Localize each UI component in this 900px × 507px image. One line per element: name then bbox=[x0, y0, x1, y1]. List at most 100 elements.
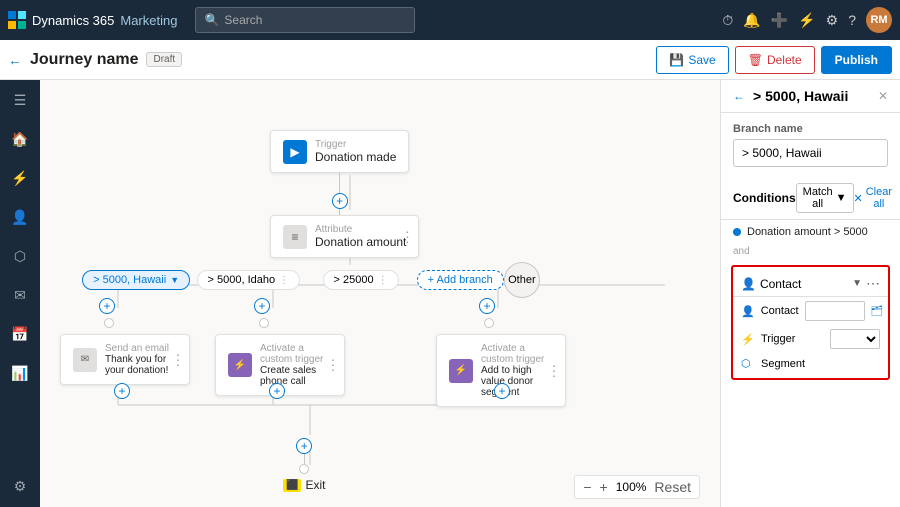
branch-menu-25000[interactable]: ⋮ bbox=[378, 275, 388, 286]
branch-chip-idaho[interactable]: > 5000, Idaho ⋮ bbox=[197, 270, 301, 290]
header-action-buttons: 💾 Save 🗑 Delete Publish bbox=[656, 46, 892, 74]
branch-chip-hawaii[interactable]: > 5000, Hawaii ▼ bbox=[82, 270, 190, 290]
other-col: Other bbox=[504, 262, 540, 298]
email-icon: ✉ bbox=[73, 348, 97, 372]
trigger3-icon: ⚡ bbox=[449, 359, 473, 383]
conditions-header: Conditions Match all ▼ ✕ Clear all bbox=[721, 177, 900, 220]
main-layout: ☰ 🏠 ⚡ 👤 ⬡ ✉ 📅 📊 ⚙ bbox=[0, 80, 900, 507]
trigger-info: Trigger Donation made bbox=[315, 139, 396, 164]
branch-chip-25000[interactable]: > 25000 ⋮ bbox=[323, 270, 399, 290]
publish-button[interactable]: Publish bbox=[821, 46, 892, 74]
zoom-out-button[interactable]: − bbox=[583, 479, 591, 495]
branch-name-field-label: Branch name bbox=[733, 123, 888, 135]
back-button[interactable]: ← bbox=[8, 52, 22, 68]
dropdown-contact-input[interactable] bbox=[805, 301, 865, 321]
condition-text: Donation amount > 5000 bbox=[747, 226, 868, 238]
zoom-reset-button[interactable]: Reset bbox=[654, 479, 691, 495]
dropdown-more-icon[interactable]: ⋯ bbox=[866, 275, 880, 292]
attribute-menu-icon[interactable]: ⋮ bbox=[400, 228, 414, 245]
match-all-label: Match all bbox=[803, 186, 833, 210]
trigger-node-box[interactable]: ▶ Trigger Donation made bbox=[270, 130, 409, 173]
branch-label-hawaii: > 5000, Hawaii bbox=[93, 274, 166, 286]
add-branch-label: + Add branch bbox=[428, 274, 493, 286]
sidebar-icon-segments[interactable]: ⬡ bbox=[10, 244, 30, 269]
panel-close-button[interactable]: ✕ bbox=[878, 89, 888, 103]
sidebar-icon-settings[interactable]: ⚙ bbox=[10, 474, 31, 499]
notifications-icon[interactable]: 🔔 bbox=[743, 12, 760, 29]
zoom-level: 100% bbox=[616, 480, 647, 494]
sidebar-icon-menu[interactable]: ☰ bbox=[10, 88, 31, 113]
new-icon[interactable]: ➕ bbox=[771, 12, 788, 29]
add-after-trigger[interactable]: + bbox=[332, 193, 348, 209]
add-before-exit[interactable]: + bbox=[296, 438, 312, 454]
panel-title: > 5000, Hawaii bbox=[753, 88, 870, 104]
trigger-title: Donation made bbox=[315, 150, 396, 164]
action-1-menu-icon[interactable]: ⋮ bbox=[171, 351, 185, 368]
action-node-1-box[interactable]: ✉ Send an email Thank you for your donat… bbox=[60, 334, 190, 385]
branch-col-1: > 5000, Hawaii ▼ bbox=[80, 270, 192, 290]
dropdown-header-label: Contact bbox=[760, 277, 848, 291]
dropdown-trigger-select[interactable] bbox=[830, 329, 880, 349]
user-avatar[interactable]: RM bbox=[866, 7, 892, 33]
circle-branch2 bbox=[259, 318, 269, 328]
attribute-node-box[interactable]: ≡ Attribute Donation amount ⋮ bbox=[270, 215, 419, 258]
help-icon[interactable]: ? bbox=[848, 12, 856, 28]
add-after-action3[interactable]: + bbox=[494, 383, 510, 399]
action-node-1[interactable]: ✉ Send an email Thank you for your donat… bbox=[60, 334, 190, 385]
action-1-info: Send an email Thank you for your donatio… bbox=[105, 343, 177, 376]
dropdown-item-segment[interactable]: ⬡ Segment bbox=[733, 353, 888, 374]
sidebar-icon-home[interactable]: 🏠 bbox=[7, 127, 32, 152]
dropdown-contact-icon: 👤 bbox=[741, 305, 755, 318]
attribute-label: Attribute bbox=[315, 224, 406, 235]
branch-name-input[interactable] bbox=[733, 139, 888, 167]
other-chip[interactable]: Other bbox=[504, 262, 540, 298]
sidebar-icon-events[interactable]: 📅 bbox=[7, 322, 32, 347]
sidebar-icon-journeys[interactable]: ⚡ bbox=[7, 166, 32, 191]
settings-icon[interactable]: ⚙ bbox=[826, 12, 839, 29]
attribute-title: Donation amount bbox=[315, 235, 406, 249]
delete-button[interactable]: 🗑 Delete bbox=[735, 46, 815, 74]
save-button[interactable]: 💾 Save bbox=[656, 46, 728, 74]
sidebar-icon-emails[interactable]: ✉ bbox=[10, 283, 30, 308]
recents-icon[interactable]: ⏱ bbox=[722, 12, 733, 29]
dropdown-item-trigger[interactable]: ⚡ Trigger bbox=[733, 325, 888, 353]
sidebar-icon-analytics[interactable]: 📊 bbox=[7, 361, 32, 386]
attribute-node[interactable]: ≡ Attribute Donation amount ⋮ bbox=[270, 215, 419, 258]
contact-input-action-icon[interactable]: 🗂 bbox=[871, 306, 884, 317]
clear-all-button[interactable]: ✕ Clear all bbox=[854, 186, 893, 210]
save-icon: 💾 bbox=[669, 53, 684, 67]
dropdown-item-contact[interactable]: 👤 Contact 🗂 bbox=[733, 297, 888, 325]
branch-name-section: Branch name bbox=[721, 113, 900, 177]
conditions-label: Conditions bbox=[733, 191, 796, 205]
branch-col-3: > 25000 ⋮ bbox=[304, 270, 416, 290]
attribute-info: Attribute Donation amount bbox=[315, 224, 406, 249]
status-badge: Draft bbox=[146, 52, 182, 67]
action-3-title: Add to high value donor segment bbox=[481, 365, 553, 398]
exit-circle bbox=[299, 464, 309, 474]
trigger-label: Trigger bbox=[315, 139, 396, 150]
dropdown-contact-section: 👤 Contact ▼ ⋯ 👤 Contact 🗂 ⚡ Trigger bbox=[731, 265, 890, 380]
match-all-button[interactable]: Match all ▼ bbox=[796, 183, 854, 213]
sidebar-icon-contacts[interactable]: 👤 bbox=[7, 205, 32, 230]
dropdown-segment-icon: ⬡ bbox=[741, 357, 755, 370]
filter-icon[interactable]: ⚡ bbox=[798, 12, 815, 29]
add-below-branch3[interactable]: + bbox=[479, 298, 495, 314]
journey-canvas-area[interactable]: ▶ Trigger Donation made + ≡ Attribute Do… bbox=[40, 80, 720, 507]
dropdown-header[interactable]: 👤 Contact ▼ ⋯ bbox=[733, 271, 888, 297]
global-search-box[interactable]: 🔍 Search bbox=[195, 7, 415, 33]
zoom-controls: − + 100% Reset bbox=[574, 475, 700, 499]
add-after-action2[interactable]: + bbox=[269, 383, 285, 399]
add-below-branch2[interactable]: + bbox=[254, 298, 270, 314]
add-branch-button[interactable]: + Add branch bbox=[417, 270, 504, 290]
branch-menu-idaho[interactable]: ⋮ bbox=[279, 275, 289, 286]
add-below-branch1[interactable]: + bbox=[99, 298, 115, 314]
dropdown-segment-label: Segment bbox=[761, 358, 880, 370]
zoom-in-button[interactable]: + bbox=[600, 479, 608, 495]
add-after-action1[interactable]: + bbox=[114, 383, 130, 399]
action-3-menu-icon[interactable]: ⋮ bbox=[547, 362, 561, 379]
clear-icon: ✕ bbox=[854, 192, 863, 205]
topbar-actions: ⏱ 🔔 ➕ ⚡ ⚙ ? RM bbox=[722, 7, 892, 33]
action-2-menu-icon[interactable]: ⋮ bbox=[326, 357, 340, 374]
panel-back-button[interactable]: ← bbox=[733, 89, 745, 103]
module-name: Marketing bbox=[120, 13, 177, 28]
